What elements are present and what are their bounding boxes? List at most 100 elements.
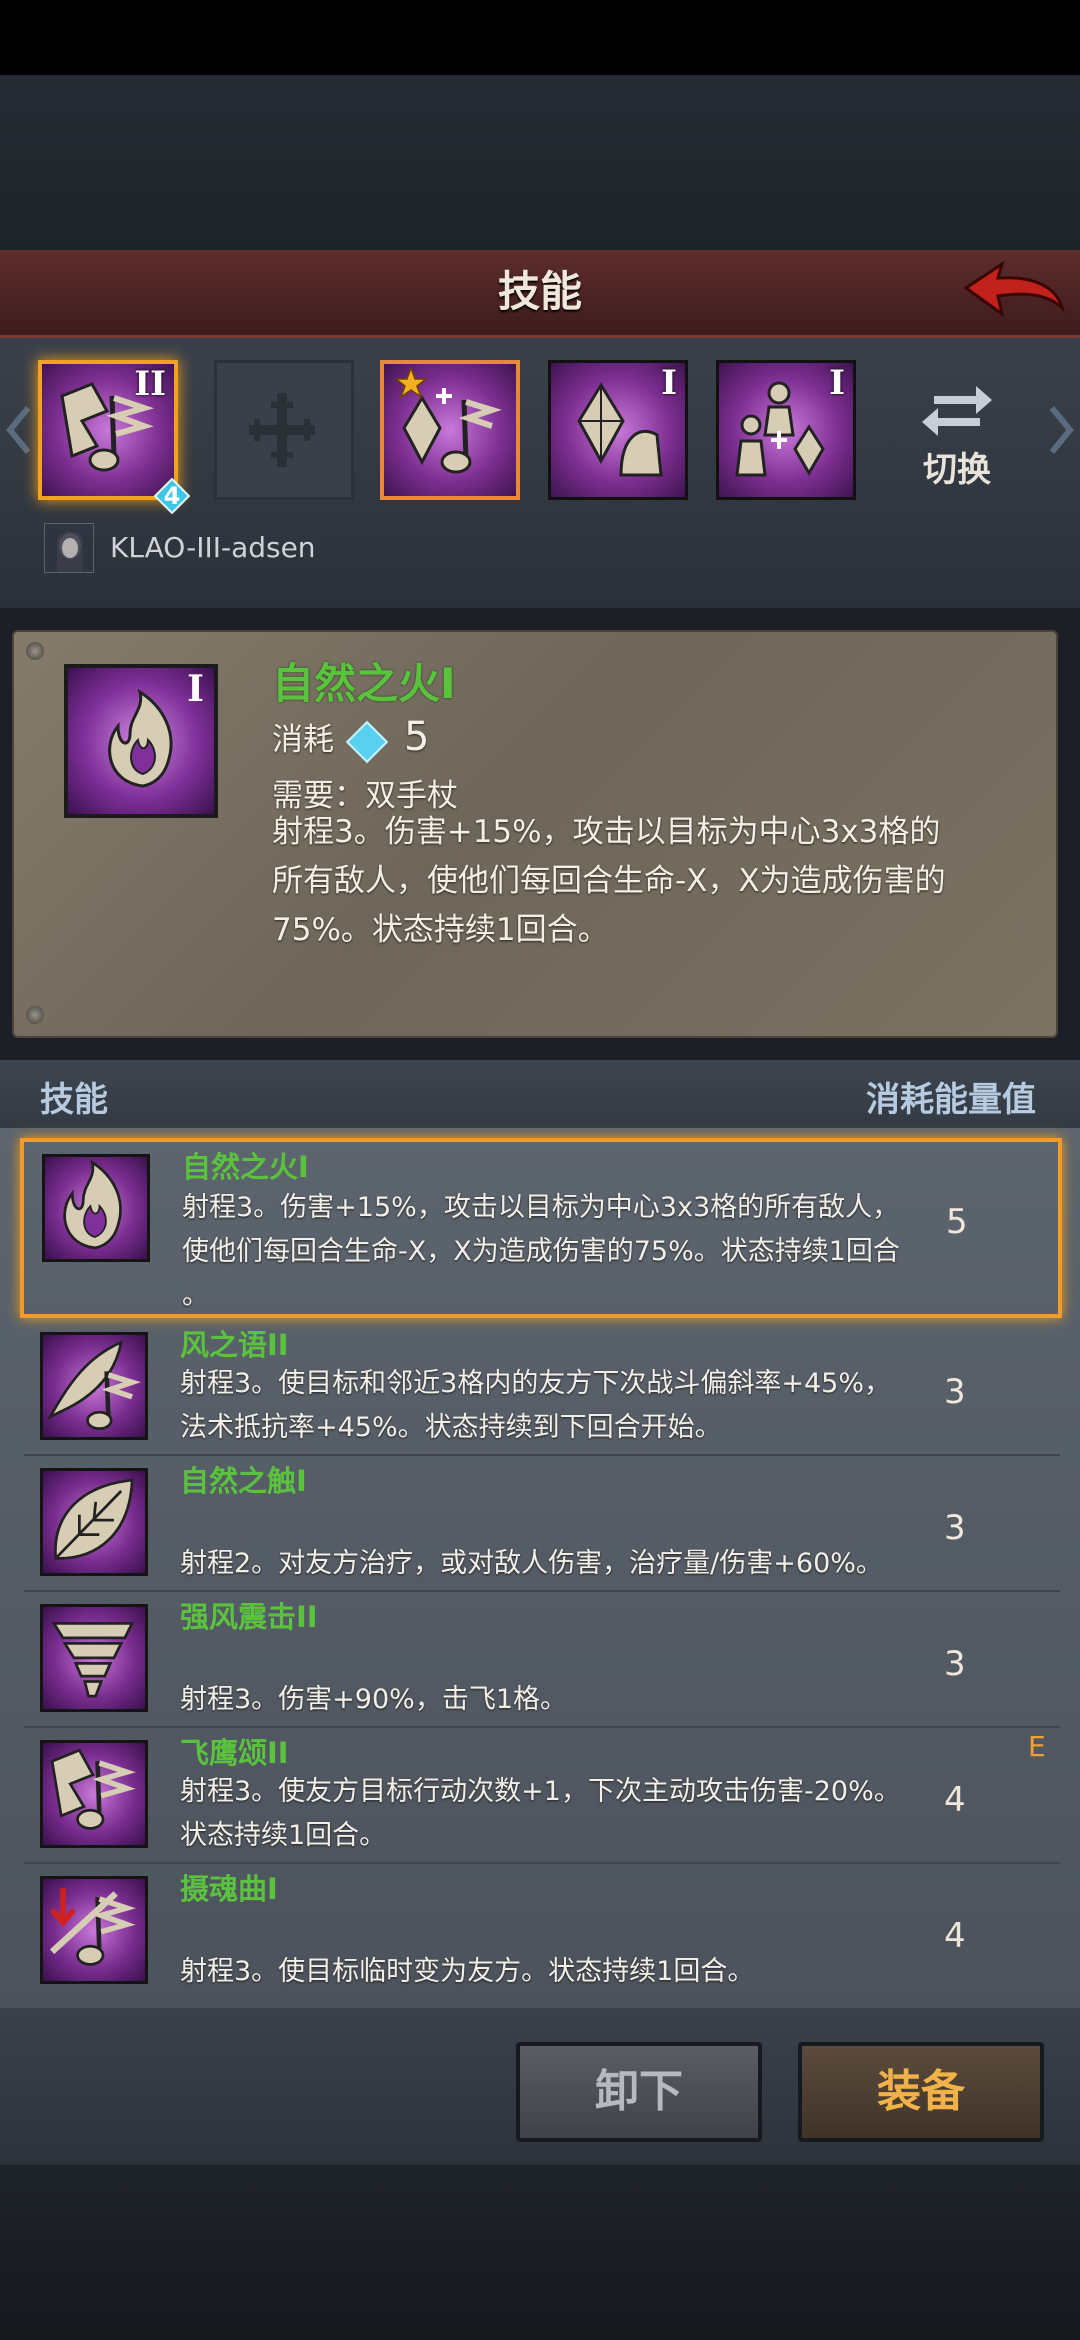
- title-bar: 技能: [0, 250, 1080, 338]
- row-divider: [24, 1454, 1060, 1456]
- skill-slots-panel: II 4 I I 切换 KLAO-III-adsen: [0, 338, 1080, 608]
- scroll-left-icon[interactable]: [4, 400, 34, 460]
- feather-music-icon: [46, 1339, 142, 1430]
- crystal-hand-icon: [577, 382, 663, 477]
- skill-row-cost: 3: [944, 1644, 966, 1684]
- cursed-music-icon: [49, 1888, 136, 1966]
- row-divider: [24, 1726, 1060, 1728]
- skill-row-cost: 5: [946, 1202, 968, 1242]
- switch-label: 切换: [923, 450, 991, 490]
- slot-rank: I: [829, 363, 845, 403]
- flame-icon: [63, 1159, 122, 1250]
- desc-line: 射程2。对友方治疗，或对敌人伤害，治疗量/伤害+60%。: [180, 1548, 883, 1579]
- empty-cross-slot-icon: [249, 393, 315, 467]
- detail-skill-name: 自然之火I: [272, 659, 456, 708]
- skill-slot-4[interactable]: I: [548, 360, 688, 500]
- skill-slot-2-empty[interactable]: [214, 360, 354, 500]
- skill-row[interactable]: 风之语II 射程3。使目标和邻近3格内的友方下次战斗偏斜率+45%， 法术抵抗率…: [22, 1324, 1062, 1452]
- desc-line: 射程3。使目标临时变为友方。状态持续1回合。: [180, 1956, 755, 1987]
- skill-slot-1[interactable]: II 4: [38, 360, 190, 514]
- nail-icon: [26, 642, 44, 660]
- skill-row-desc: 射程3。伤害+15%，攻击以目标为中心3x3格的所有敌人， 使他们每回合生命-X…: [182, 1186, 962, 1318]
- unequip-button[interactable]: 卸下: [516, 2042, 762, 2142]
- back-arrow-icon: [963, 260, 1065, 318]
- skill-row-name: 飞鹰颂II: [180, 1736, 289, 1770]
- skill-row[interactable]: 自然之触I 射程2。对友方治疗，或对敌人伤害，治疗量/伤害+60%。 3: [22, 1460, 1062, 1588]
- detail-rank: I: [187, 668, 204, 710]
- skill-row-cost: 4: [944, 1916, 966, 1956]
- detail-description: 射程3。伤害+15%，攻击以目标为中心3x3格的所有敌人，使他们每回合生命-X，…: [272, 814, 946, 948]
- skill-row-desc: 射程3。使友方目标行动次数+1，下次主动攻击伤害-20%。 状态持续1回合。: [180, 1770, 960, 1858]
- desc-line: 射程3。使友方目标行动次数+1，下次主动攻击伤害-20%。: [180, 1776, 901, 1807]
- detail-skill-icon: I: [64, 664, 218, 818]
- skill-detail-card: I 自然之火I 消耗 5 需要：双手杖 射程3。伤害+15%，攻击以目标为中心3x…: [12, 630, 1058, 1038]
- bottom-backdrop: [0, 2165, 1080, 2340]
- nail-icon: [26, 1006, 44, 1024]
- detail-cost-row: 消耗 5: [272, 714, 430, 763]
- swap-arrows-icon: [922, 386, 992, 436]
- desc-line: 状态持续1回合。: [180, 1820, 387, 1851]
- energy-gem-icon: [345, 720, 389, 763]
- action-bar: 卸下 装备: [0, 2008, 1080, 2165]
- skill-row-cost: 4: [944, 1780, 966, 1820]
- desc-line: 使他们每回合生命-X，X为造成伤害的75%。状态持续1回合: [182, 1236, 900, 1267]
- skill-row-name: 摄魂曲I: [180, 1872, 278, 1906]
- desc-line: [180, 1906, 960, 1950]
- row-divider: [24, 1862, 1060, 1864]
- skill-row-name: 自然之火I: [182, 1150, 309, 1184]
- switch-button[interactable]: 切换: [912, 378, 1002, 498]
- skill-row[interactable]: 飞鹰颂II 射程3。使友方目标行动次数+1，下次主动攻击伤害-20%。 状态持续…: [22, 1732, 1062, 1860]
- desc-line: [180, 1634, 960, 1678]
- tornado-icon: [51, 1622, 135, 1698]
- desc-line: 射程3。伤害+90%，击飞1格。: [180, 1684, 567, 1715]
- skill-row-name: 强风震击II: [180, 1600, 318, 1634]
- skill-list: 自然之火I 射程3。伤害+15%，攻击以目标为中心3x3格的所有敌人， 使他们每…: [0, 1128, 1080, 2008]
- skill-row[interactable]: 强风震击II 射程3。伤害+90%，击飞1格。 3: [22, 1596, 1062, 1724]
- party-crystal-icon: [735, 381, 825, 477]
- skill-row-icon: [40, 1468, 148, 1576]
- slot-badge: 4: [163, 482, 181, 510]
- skill-row-name: 自然之触I: [180, 1464, 307, 1498]
- skill-row-icon: [42, 1154, 150, 1262]
- skill-row-icon: [40, 1876, 148, 1984]
- avatar-portrait-icon: [45, 524, 93, 572]
- slot-rank: I: [661, 363, 677, 403]
- desc-line: 法术抵抗率+45%。状态持续到下回合开始。: [180, 1412, 722, 1443]
- flame-icon: [108, 688, 173, 788]
- desc-line: 射程3。伤害+15%，攻击以目标为中心3x3格的所有敌人，: [182, 1192, 900, 1223]
- skill-row-name: 风之语II: [180, 1328, 289, 1362]
- skill-row-desc: 射程3。使目标和邻近3格内的友方下次战斗偏斜率+45%， 法术抵抗率+45%。状…: [180, 1362, 960, 1450]
- music-note-feather-icon: [50, 1748, 136, 1830]
- list-header-cost: 消耗能量值: [866, 1080, 1036, 1120]
- cost-label: 消耗: [272, 722, 334, 758]
- skill-row-icon: [40, 1604, 148, 1712]
- skill-row-desc: 射程2。对友方治疗，或对敌人伤害，治疗量/伤害+60%。: [180, 1498, 960, 1586]
- leaf-icon: [54, 1478, 134, 1560]
- skill-row-icon: [40, 1740, 148, 1848]
- skill-list-header: 技能 消耗能量值: [0, 1060, 1080, 1128]
- skill-row-selected[interactable]: 自然之火I 射程3。伤害+15%，攻击以目标为中心3x3格的所有敌人， 使他们每…: [20, 1138, 1062, 1318]
- top-backdrop: [0, 75, 1080, 250]
- list-header-skill: 技能: [40, 1080, 108, 1120]
- side-marker: E: [1028, 1730, 1046, 1763]
- cost-value: 5: [404, 714, 430, 760]
- skill-row-cost: 3: [944, 1508, 966, 1548]
- character-name: KLAO-III-adsen: [110, 531, 316, 564]
- skill-slot-5[interactable]: I: [716, 360, 856, 500]
- skill-row-desc: 射程3。伤害+90%，击飞1格。: [180, 1634, 960, 1722]
- character-avatar[interactable]: [44, 523, 94, 573]
- row-divider: [24, 1590, 1060, 1592]
- skill-row[interactable]: 摄魂曲I 射程3。使目标临时变为友方。状态持续1回合。 4: [22, 1868, 1062, 1996]
- desc-line: 。: [182, 1280, 209, 1311]
- skill-row-desc: 射程3。使目标临时变为友方。状态持续1回合。: [180, 1906, 960, 1994]
- equip-button[interactable]: 装备: [798, 2042, 1044, 2142]
- back-button[interactable]: [958, 258, 1068, 328]
- skill-slot-3[interactable]: [380, 360, 520, 500]
- desc-line: 射程3。使目标和邻近3格内的友方下次战斗偏斜率+45%，: [180, 1368, 891, 1399]
- slot-rank: II: [134, 364, 166, 404]
- status-bar: [0, 0, 1080, 75]
- scroll-right-icon[interactable]: [1046, 400, 1076, 460]
- star-icon: [394, 366, 428, 399]
- page-title: 技能: [497, 267, 582, 316]
- desc-line: [180, 1498, 960, 1542]
